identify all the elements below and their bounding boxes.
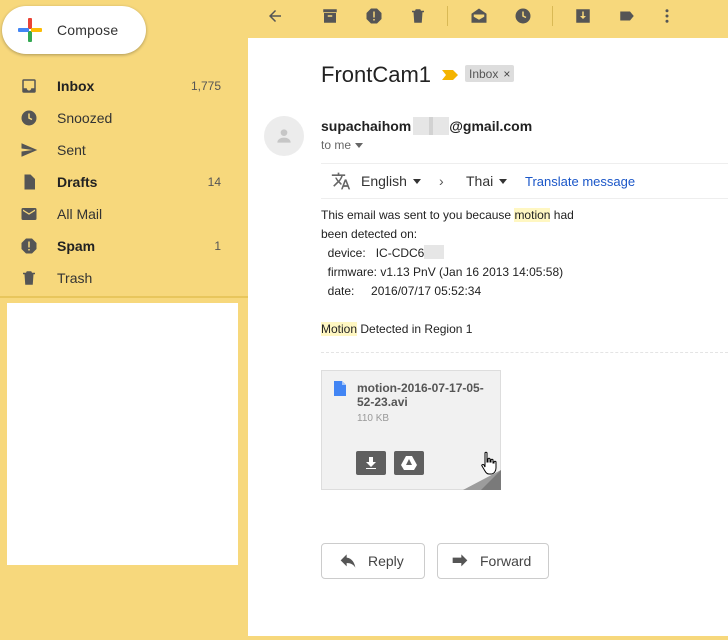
nav-label-sent: Sent	[57, 142, 86, 158]
nav-label-inbox: Inbox	[57, 78, 95, 94]
send-icon	[19, 140, 39, 160]
toolbar-divider	[447, 6, 448, 26]
email-body: This email was sent to you because motio…	[321, 206, 574, 339]
chevron-down-icon	[355, 142, 364, 148]
redacted-block	[413, 117, 450, 135]
report-spam-icon[interactable]	[363, 5, 385, 27]
nav-item-spam[interactable]: Spam 1	[0, 230, 248, 262]
highlight-motion: Motion	[321, 322, 358, 336]
message-divider	[321, 352, 728, 353]
attachment-name: motion-2016-07-17-05-52-23.avi	[357, 381, 484, 409]
clock-icon	[19, 108, 39, 128]
body-line: device: IC-CDC6	[321, 244, 574, 263]
translate-from-label: English	[361, 173, 407, 189]
attachment-card[interactable]: motion-2016-07-17-05-52-23.avi 110 KB	[321, 370, 501, 490]
mail-icon	[19, 204, 39, 224]
file-icon	[19, 172, 39, 192]
forward-icon	[452, 554, 468, 568]
body-line: been detected on:	[321, 227, 418, 241]
archive-icon[interactable]	[319, 5, 341, 27]
sender-email: supachaihom @gmail.com	[321, 117, 532, 135]
translate-message-link[interactable]: Translate message	[525, 174, 635, 189]
sender-avatar[interactable]	[264, 116, 304, 156]
download-button[interactable]	[356, 451, 386, 475]
chevron-down-icon	[412, 178, 421, 184]
translate-bar: English › Thai Translate message	[321, 163, 728, 199]
label-chip-inbox: Inbox ×	[465, 65, 515, 82]
sender-prefix: supachaihom	[321, 118, 412, 134]
label-chip-text: Inbox	[469, 66, 499, 81]
more-vert-icon[interactable]	[656, 5, 678, 27]
nav-item-all-mail[interactable]: All Mail	[0, 198, 248, 230]
compose-label: Compose	[57, 22, 119, 38]
recipient-label: to me	[321, 138, 352, 152]
nav-list: Inbox 1,775 Snoozed Sent Drafts 14 All M…	[0, 70, 248, 294]
nav-label-drafts: Drafts	[57, 174, 98, 190]
highlight-motion: motion	[514, 208, 551, 222]
firmware-line: firmware: v1.13 PnV (Jan 16 2013 14:05:5…	[321, 265, 564, 279]
compose-plus-icon	[16, 16, 44, 44]
translate-to-dropdown[interactable]: Thai	[466, 173, 508, 189]
device-line: device: IC-CDC6	[321, 246, 425, 260]
download-icon	[366, 457, 376, 469]
nav-item-inbox[interactable]: Inbox 1,775	[0, 70, 248, 102]
recipient-details[interactable]: to me	[321, 138, 364, 152]
nav-label-trash: Trash	[57, 270, 93, 286]
nav-count-drafts: 14	[207, 175, 221, 189]
label-remove-icon[interactable]: ×	[503, 67, 510, 81]
compose-button[interactable]: Compose	[2, 6, 146, 54]
body-line: Motion Detected in Region 1	[321, 322, 473, 336]
hand-cursor-icon	[480, 451, 498, 480]
translate-from-dropdown[interactable]: English	[361, 173, 421, 189]
save-to-drive-button[interactable]	[394, 451, 424, 475]
document-icon	[334, 381, 346, 401]
redacted-block	[424, 245, 445, 259]
nav-item-snoozed[interactable]: Snoozed	[0, 102, 248, 134]
translate-to-label: Thai	[466, 173, 494, 189]
importance-marker-icon[interactable]	[442, 67, 458, 85]
nav-count-spam: 1	[214, 239, 221, 253]
nav-label-all-mail: All Mail	[57, 206, 103, 222]
reply-label: Reply	[368, 553, 404, 569]
move-to-icon[interactable]	[572, 5, 594, 27]
forward-label: Forward	[480, 553, 532, 569]
nav-label-spam: Spam	[57, 238, 96, 254]
inbox-icon	[19, 76, 39, 96]
delete-icon[interactable]	[407, 5, 429, 27]
nav-count-inbox: 1,775	[190, 79, 221, 93]
reply-icon	[340, 554, 356, 568]
attachment-size: 110 KB	[357, 413, 390, 424]
back-arrow-icon[interactable]	[264, 5, 286, 27]
nav-item-drafts[interactable]: Drafts 14	[0, 166, 248, 198]
nav-item-trash[interactable]: Trash	[0, 262, 248, 294]
reply-button[interactable]: Reply	[321, 543, 425, 579]
translate-arrow-icon: ›	[439, 173, 444, 189]
translate-icon	[331, 171, 351, 196]
forward-button[interactable]: Forward	[437, 543, 549, 579]
email-subject: FrontCam1	[321, 62, 432, 87]
nav-label-snoozed: Snoozed	[57, 110, 113, 126]
nav-item-sent[interactable]: Sent	[0, 134, 248, 166]
label-icon[interactable]	[616, 5, 638, 27]
email-view: FrontCam1 Inbox × supachaihom @gmail.com…	[248, 38, 728, 636]
snooze-icon[interactable]	[512, 5, 534, 27]
sender-suffix: @gmail.com	[449, 118, 533, 134]
trash-icon	[19, 268, 39, 288]
sidebar-blank-panel	[7, 303, 238, 565]
mark-unread-icon[interactable]	[468, 5, 490, 27]
person-icon	[277, 129, 291, 143]
spam-icon	[19, 236, 39, 256]
toolbar-divider	[552, 6, 553, 26]
email-toolbar	[248, 0, 728, 38]
sidebar-divider	[0, 296, 248, 298]
sidebar: Compose Inbox 1,775 Snoozed Sent Drafts …	[0, 0, 248, 640]
drive-icon	[401, 456, 417, 470]
chevron-down-icon	[499, 178, 508, 184]
body-line: This email was sent to you because motio…	[321, 208, 574, 222]
date-line: date: 2016/07/17 05:52:34	[321, 284, 482, 298]
